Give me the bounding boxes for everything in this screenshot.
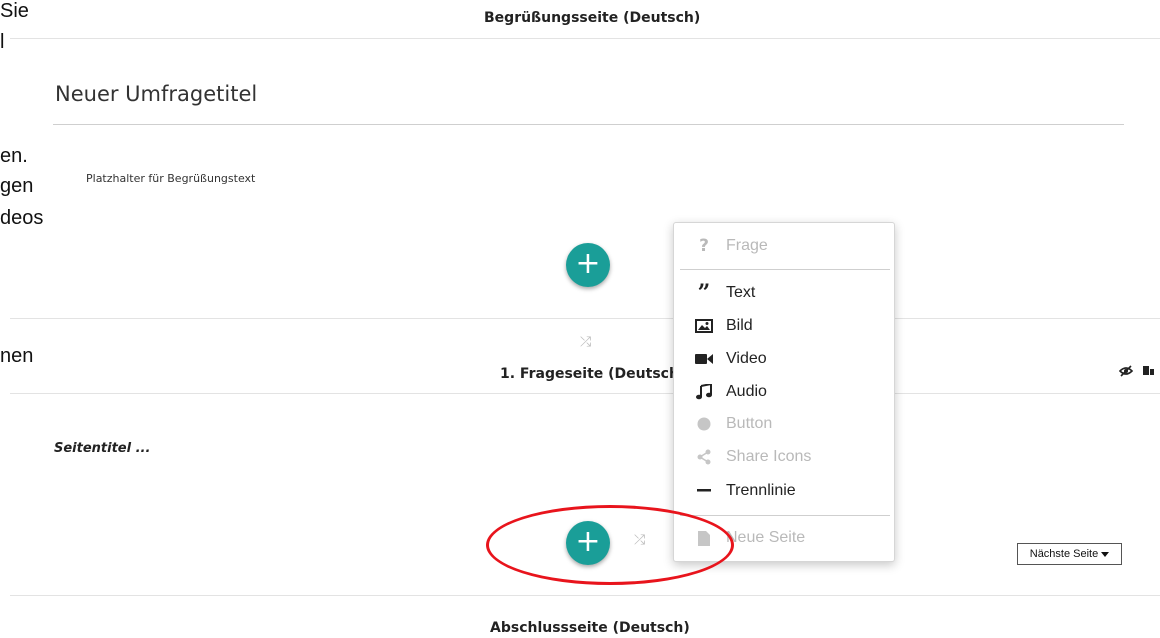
menu-separator <box>680 515 890 516</box>
background-text-fragment: deos <box>0 207 44 229</box>
survey-title-input[interactable]: Neuer Umfragetitel <box>55 82 257 106</box>
next-page-select-value: Nächste Seite <box>1029 548 1099 560</box>
welcome-page-header: Begrüßungsseite (Deutsch) <box>484 10 701 26</box>
question-page-header: 1. Frageseite (Deutsch <box>500 366 679 382</box>
menu-item-bild[interactable]: Bild <box>674 311 894 341</box>
menu-item-frage: ? Frage <box>674 231 894 261</box>
hide-eye-icon[interactable] <box>1118 364 1155 378</box>
menu-item-audio[interactable]: Audio <box>674 377 894 407</box>
menu-item-text[interactable]: ” Text <box>674 278 894 308</box>
divider <box>10 38 1160 39</box>
divider <box>10 595 1160 596</box>
music-note-icon <box>694 384 714 400</box>
divider <box>10 318 675 319</box>
closing-page-header: Abschlussseite (Deutsch) <box>490 620 690 636</box>
background-text-fragment: en. <box>0 145 28 167</box>
image-icon <box>694 319 714 333</box>
menu-item-button: Button <box>674 409 894 439</box>
background-text-fragment: nen <box>0 345 34 367</box>
highlight-ellipse <box>486 505 734 585</box>
background-text-fragment: gen <box>0 175 34 197</box>
page-visibility-icons[interactable] <box>1118 364 1155 381</box>
menu-item-video[interactable]: Video <box>674 344 894 374</box>
survey-title-underline <box>53 124 1124 125</box>
menu-item-share-icons: Share Icons <box>674 442 894 472</box>
background-text-fragment: l <box>0 31 5 53</box>
plus-icon: + <box>575 245 601 281</box>
quote-icon: ” <box>697 280 711 306</box>
share-icon <box>694 449 714 465</box>
page-title-input[interactable]: Seitentitel ... <box>54 441 150 456</box>
caret-down-icon <box>1101 551 1110 557</box>
horizontal-rule-icon <box>694 489 714 493</box>
next-page-select[interactable]: Nächste Seite <box>1017 543 1122 565</box>
question-mark-icon: ? <box>699 236 709 256</box>
add-element-menu: ? Frage ” Text Bild Video Audio Button S… <box>673 222 895 562</box>
menu-separator <box>680 269 890 270</box>
circle-icon <box>694 417 714 431</box>
divider <box>10 393 1160 394</box>
add-element-button[interactable]: + <box>566 243 610 287</box>
menu-item-trennlinie[interactable]: Trennlinie <box>674 476 894 506</box>
background-text-fragment: Sie <box>0 0 29 22</box>
video-camera-icon <box>694 353 714 365</box>
divider <box>895 318 1160 319</box>
shuffle-icon[interactable]: ⤮ <box>580 334 591 350</box>
welcome-text-placeholder[interactable]: Platzhalter für Begrüßungstext <box>86 172 255 185</box>
